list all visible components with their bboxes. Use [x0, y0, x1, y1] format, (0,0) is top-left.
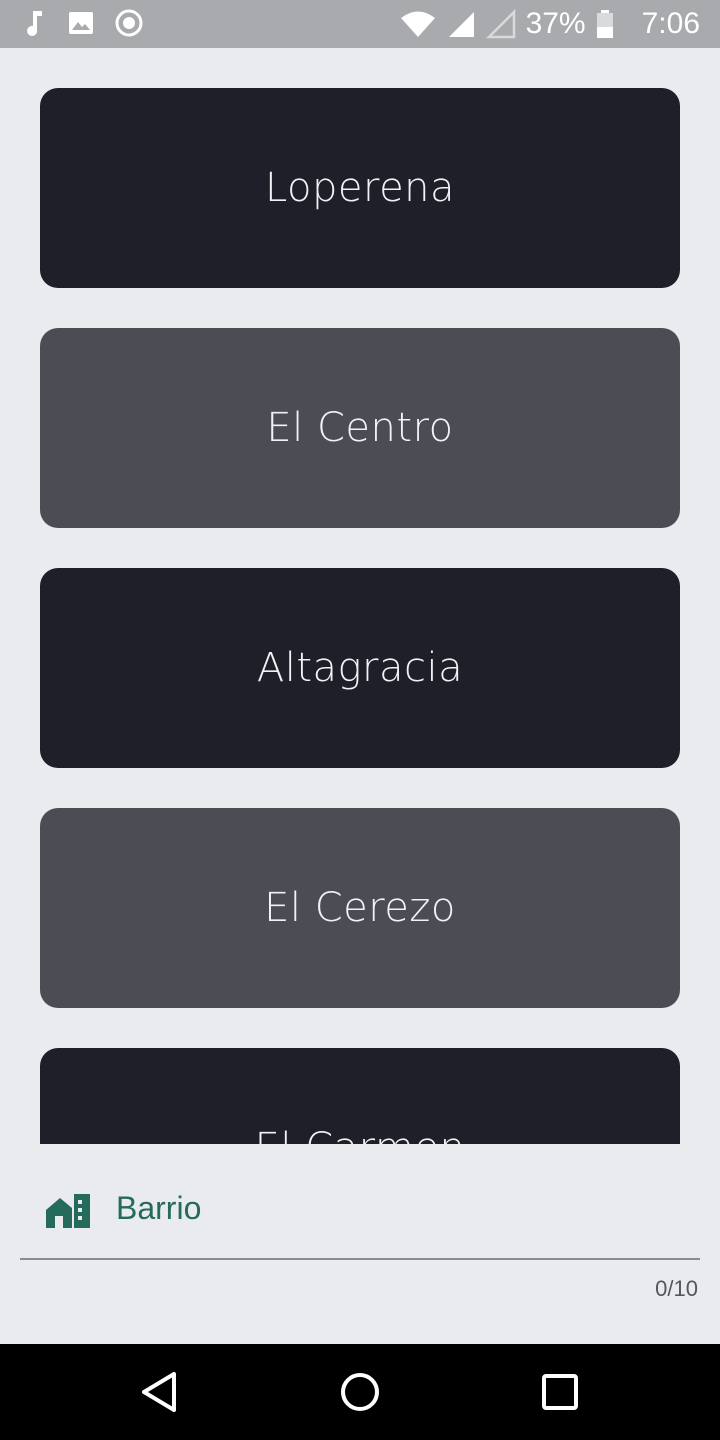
navigation-bar: [0, 1344, 720, 1440]
image-icon: [69, 12, 93, 34]
barrio-field-label: Barrio: [116, 1190, 202, 1226]
list-item-label: Loperena: [264, 165, 456, 211]
barrio-input-area: Barrio 0/10: [0, 1144, 720, 1344]
list-item-altagracia[interactable]: Altagracia: [40, 568, 680, 768]
barrio-field[interactable]: Barrio: [20, 1144, 700, 1260]
list-item-el-carmen[interactable]: El Carmen: [40, 1048, 680, 1144]
list-item-label: El Centro: [266, 405, 454, 451]
clock: 7:06: [641, 7, 700, 40]
home-building-icon: [46, 1194, 90, 1228]
barrio-list: Loperena El Centro Altagracia El Cerezo …: [40, 88, 680, 1144]
back-icon[interactable]: [136, 1368, 184, 1416]
signal-empty-icon: [485, 9, 515, 39]
recents-icon[interactable]: [536, 1368, 584, 1416]
signal-icon: [448, 12, 474, 37]
list-item-el-centro[interactable]: El Centro: [40, 328, 680, 528]
battery-percent: 37%: [525, 7, 586, 40]
list-item-label: El Cerezo: [264, 885, 456, 931]
battery-icon: [596, 10, 613, 38]
record-icon: [115, 9, 143, 37]
status-icons-left: [22, 8, 144, 38]
wifi-icon: [400, 11, 435, 37]
status-icons-right: 37% 7:06: [400, 0, 700, 48]
list-item-loperena[interactable]: Loperena: [40, 88, 680, 288]
home-icon[interactable]: [336, 1368, 384, 1416]
list-item-label: Altagracia: [256, 645, 464, 691]
barrio-list-viewport[interactable]: Loperena El Centro Altagracia El Cerezo …: [0, 48, 720, 1144]
music-note-icon: [27, 11, 42, 36]
list-item-el-cerezo[interactable]: El Cerezo: [40, 808, 680, 1008]
list-item-label: El Carmen: [255, 1125, 466, 1144]
status-bar: 37% 7:06: [0, 0, 720, 48]
character-counter: 0/10: [655, 1276, 698, 1301]
